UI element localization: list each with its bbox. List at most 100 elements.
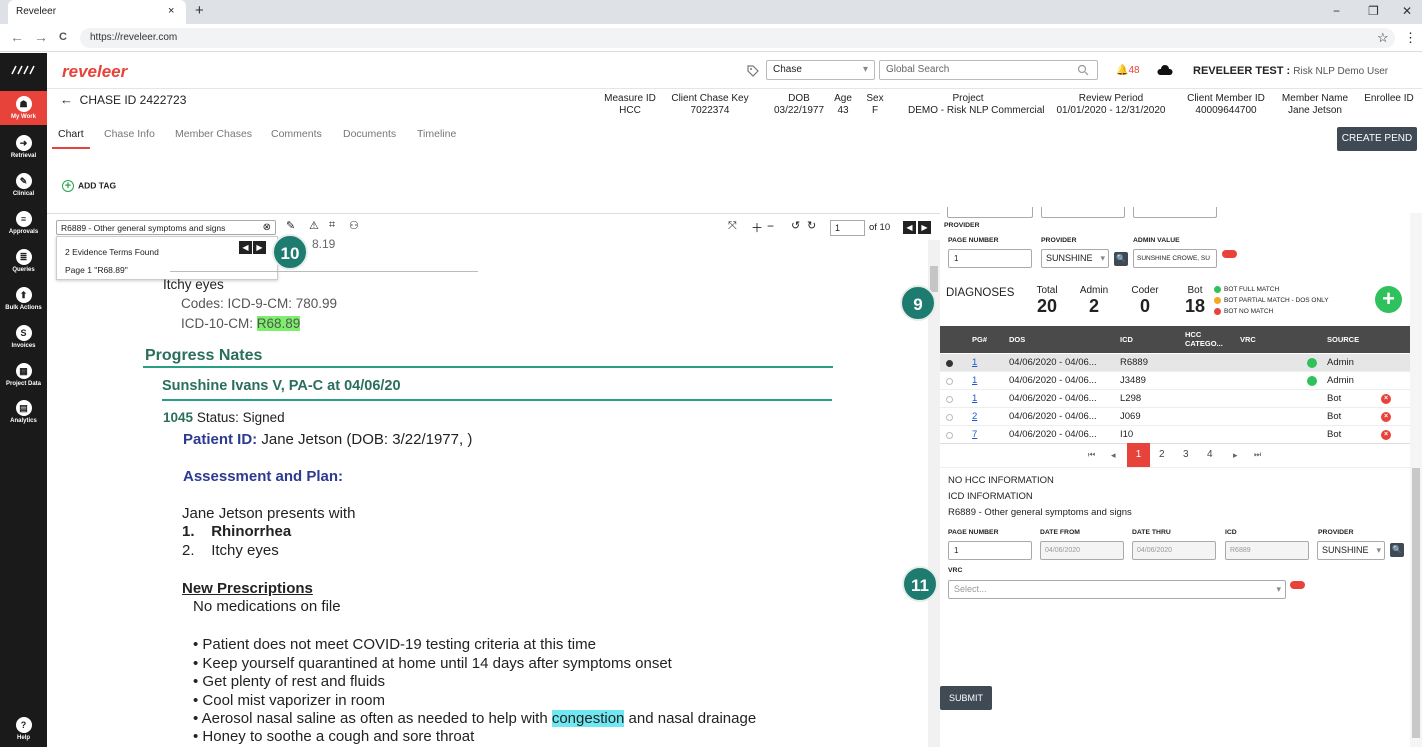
rail-item-retrieval[interactable]: ➜ Retrieval [0,135,47,159]
prev-page-icon[interactable]: ◀ [903,221,916,234]
row-radio[interactable] [946,414,953,421]
bookmark-star-icon[interactable]: ☆ [1377,30,1389,46]
tab-member-chases[interactable]: Member Chases [175,128,252,140]
table-row[interactable]: 7 04/06/2020 - 04/06... I10 Bot × [940,426,1410,444]
fit-screen-icon[interactable]: ⤧ [728,220,737,233]
rail-item-my-work[interactable]: ☗ My Work [0,96,47,120]
first-page-icon[interactable]: ⏮ [1088,450,1095,460]
viewer-scroll-thumb[interactable] [930,266,938,292]
page-3-button[interactable]: 3 [1183,449,1189,460]
remove-row-icon[interactable]: × [1381,412,1391,422]
row-page-link[interactable]: 1 [972,375,977,386]
remove-vrc-button[interactable] [1290,581,1305,589]
row-page-link[interactable]: 1 [972,357,977,368]
page-4-button[interactable]: 4 [1207,449,1213,460]
remove-admin-button[interactable] [1222,250,1237,258]
add-diagnosis-button[interactable]: + [1375,286,1402,313]
next-evidence-icon[interactable]: ▶ [253,241,266,254]
user-icon[interactable]: ⚇ [349,219,359,232]
row-page-link[interactable]: 7 [972,429,977,440]
browser-tab[interactable]: Reveleer [8,0,186,24]
page-number-field[interactable]: 1 [948,249,1032,268]
submit-button[interactable]: SUBMIT [940,686,992,710]
column-header[interactable]: HCC CATEGO... [1185,330,1227,348]
rail-item-invoices[interactable]: S Invoices [0,325,47,349]
window-close-icon[interactable]: ✕ [1402,4,1412,18]
rail-item-queries[interactable]: ≣ Queries [0,249,47,273]
row-radio[interactable] [946,432,953,439]
form-page-input[interactable]: 1 [948,541,1032,560]
back-icon[interactable]: ← [10,29,24,45]
forward-icon[interactable]: → [34,29,48,45]
row-radio[interactable] [946,396,953,403]
table-row[interactable]: 1 04/06/2020 - 04/06... J3489 Admin [940,372,1410,390]
crop-icon[interactable]: ⌗ [329,219,335,232]
zoom-in-icon[interactable]: ＋ [751,219,763,236]
form-provider-select[interactable]: SUNSHINE ▾ [1317,541,1385,560]
clear-icon[interactable]: ⊗ [263,222,271,233]
alert-badge[interactable]: 🔔48 [1116,65,1140,76]
panel-scroll-thumb[interactable] [1412,468,1420,738]
tab-chart[interactable]: Chart [58,128,84,140]
remove-row-icon[interactable]: × [1381,430,1391,440]
next-page-icon[interactable]: ▶ [918,221,931,234]
warning-icon[interactable]: ⚠ [309,219,319,232]
search-type-select[interactable]: Chase ▾ [766,60,875,80]
tag-icon[interactable] [746,64,760,78]
pencil-icon[interactable]: ✎ [286,219,295,232]
admin-value-field[interactable]: SUNSHINE CROWE, SU [1133,249,1217,268]
form-provider-search-button[interactable]: 🔍 [1390,543,1404,557]
new-tab-icon[interactable]: + [195,2,204,19]
zoom-out-icon[interactable]: − [767,219,774,233]
tab-close-icon[interactable]: × [168,5,174,17]
rail-item-analytics[interactable]: ▤ Analytics [0,400,47,424]
next-page-icon[interactable]: ▸ [1233,450,1238,461]
table-row[interactable]: 2 04/06/2020 - 04/06... J069 Bot × [940,408,1410,426]
date-thru-input[interactable]: 04/06/2020 [1132,541,1216,560]
prev-evidence-icon[interactable]: ◀ [239,241,252,254]
minimize-icon[interactable]: − [1333,4,1340,18]
create-pend-button[interactable]: CREATE PEND [1337,127,1417,151]
cloud-icon[interactable] [1157,65,1173,76]
row-radio[interactable] [946,360,953,367]
row-page-link[interactable]: 1 [972,393,977,404]
rail-item-project-data[interactable]: ▦ Project Data [0,363,47,387]
table-row[interactable]: 1 04/06/2020 - 04/06... R6889 Admin [940,354,1410,372]
search-icon[interactable] [1077,64,1089,76]
rail-item-bulk-actions[interactable]: ⬆ Bulk Actions [0,287,47,311]
tab-documents[interactable]: Documents [343,128,396,140]
add-tag-button[interactable]: + ADD TAG [62,180,116,192]
back-arrow-icon[interactable]: ← [60,92,73,107]
rotate-left-icon[interactable]: ↺ [791,219,800,232]
column-header[interactable]: PG# [972,335,987,344]
rail-item-help[interactable]: ? Help [0,717,47,741]
icd10-highlight[interactable]: R68.89 [256,316,301,331]
tab-comments[interactable]: Comments [271,128,322,140]
restore-icon[interactable]: ❐ [1368,4,1379,18]
column-header[interactable]: ICD [1120,335,1133,344]
browser-menu-icon[interactable]: ⋮ [1404,30,1417,46]
url-field[interactable]: https://reveleer.com [80,28,1395,48]
column-header[interactable]: SOURCE [1327,335,1359,344]
rail-item-approvals[interactable]: ≡ Approvals [0,211,47,235]
row-page-link[interactable]: 2 [972,411,977,422]
tab-chase-info[interactable]: Chase Info [104,128,155,140]
user-name[interactable]: REVELEER TEST : Risk NLP Demo User [1193,65,1388,77]
page-number-input[interactable]: 1 [830,220,865,236]
last-page-icon[interactable]: ⏭ [1254,450,1261,460]
page-2-button[interactable]: 2 [1159,449,1165,460]
provider-search-button[interactable]: 🔍 [1114,252,1128,266]
evidence-search-input[interactable]: R6889 - Other general symptoms and signs… [56,220,276,235]
rail-item-clinical[interactable]: ✎ Clinical [0,173,47,197]
column-header[interactable]: DOS [1009,335,1025,344]
tab-timeline[interactable]: Timeline [417,128,456,140]
column-header[interactable]: VRC [1240,335,1256,344]
provider-select[interactable]: SUNSHINE ▾ [1041,249,1109,268]
date-from-input[interactable]: 04/06/2020 [1040,541,1124,560]
icd-input[interactable]: R6889 [1225,541,1309,560]
row-radio[interactable] [946,378,953,385]
remove-row-icon[interactable]: × [1381,394,1391,404]
prev-page-icon[interactable]: ◂ [1111,450,1116,461]
rotate-right-icon[interactable]: ↻ [807,219,816,232]
table-row[interactable]: 1 04/06/2020 - 04/06... L298 Bot × [940,390,1410,408]
